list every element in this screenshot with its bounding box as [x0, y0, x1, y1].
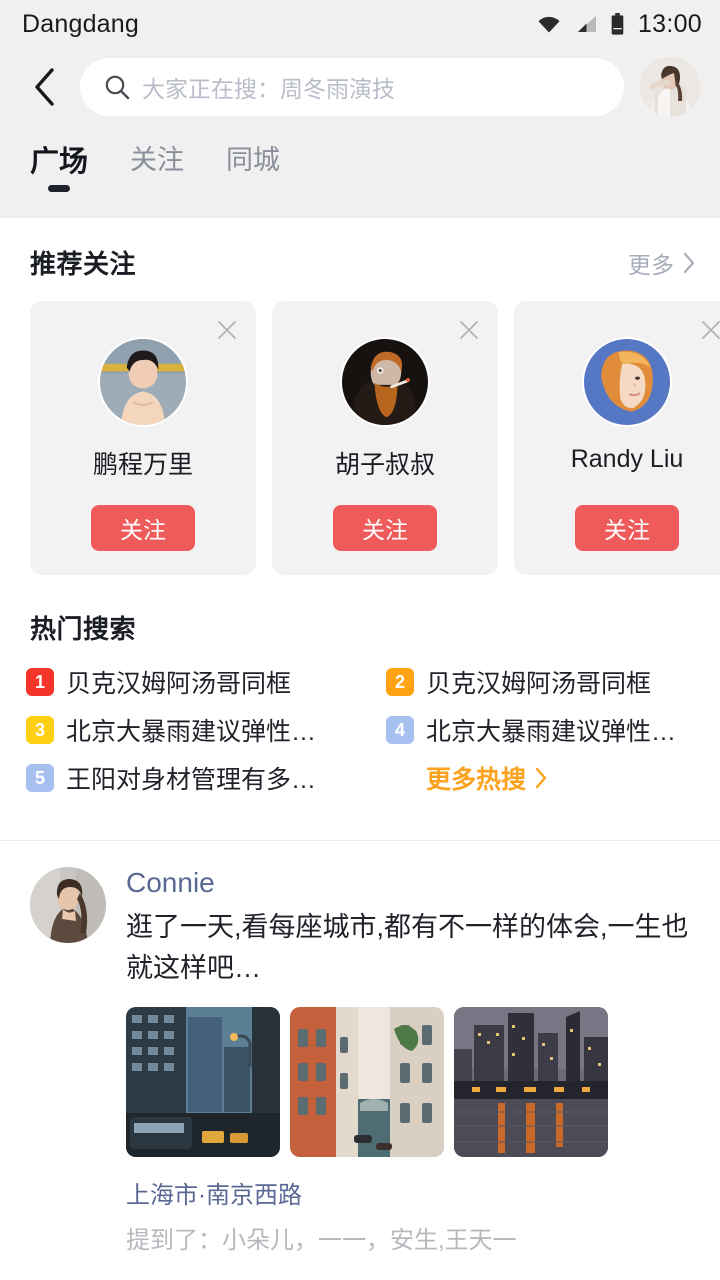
hot-search-more-label: 更多热搜 — [426, 766, 527, 794]
recommend-title: 推荐关注 — [30, 249, 137, 279]
waterfront-skyline-photo — [454, 1007, 608, 1157]
header-block: Dangdang 13:00 大家正在搜：周冬雨演技 广场 关注 同城 — [0, 0, 720, 218]
post-location[interactable]: 上海市·南京西路 — [126, 1175, 302, 1210]
feed-post: Connie 逛了一天,看每座城市,都有不一样的体会,一生也就这样吧… 上海市·… — [0, 841, 720, 1255]
tab-bar: 广场 关注 同城 — [0, 126, 720, 194]
post-mentions: 提到了：小朵儿，一一，安生,王天一 — [126, 1227, 517, 1254]
post-image[interactable] — [290, 1007, 444, 1157]
follow-button[interactable]: 关注 — [91, 505, 195, 551]
tab-square[interactable]: 广场 — [30, 138, 88, 194]
tab-following-label: 关注 — [130, 145, 185, 175]
post-author-avatar[interactable] — [30, 867, 106, 943]
main-content: 推荐关注 更多 鹏程万里 关注 胡子叔叔 关注 Randy Liu 关注 热门搜… — [0, 218, 720, 1255]
recommend-card[interactable]: 鹏程万里 关注 — [30, 301, 256, 575]
header-profile-avatar[interactable] — [640, 57, 700, 117]
back-button[interactable] — [22, 65, 66, 109]
wifi-icon — [537, 15, 561, 33]
chevron-right-icon — [683, 252, 695, 273]
tab-square-label: 广场 — [30, 146, 89, 178]
hot-search-text: 贝克汉姆阿汤哥同框 — [426, 670, 652, 698]
recommend-avatar-photo — [584, 339, 670, 425]
status-app-title: Dangdang — [22, 9, 139, 38]
post-avatar-photo — [30, 867, 106, 943]
battery-icon — [611, 13, 624, 35]
post-body: Connie 逛了一天,看每座城市,都有不一样的体会,一生也就这样吧… 上海市·… — [106, 867, 696, 1255]
hot-search-text: 贝克汉姆阿汤哥同框 — [66, 670, 292, 698]
rank-badge: 2 — [386, 668, 414, 696]
hot-search-item[interactable]: 5 王阳对身材管理有多… — [26, 754, 386, 802]
status-bar: Dangdang 13:00 — [0, 0, 720, 48]
close-x-icon[interactable] — [212, 315, 242, 345]
post-image[interactable] — [454, 1007, 608, 1157]
recommend-name: 胡子叔叔 — [334, 451, 435, 479]
recommend-name: Randy Liu — [570, 445, 684, 473]
rank-badge: 4 — [386, 716, 414, 744]
rank-badge: 1 — [26, 668, 54, 696]
hot-search-header: 热门搜索 — [0, 575, 720, 646]
tab-same-city-label: 同城 — [226, 145, 281, 175]
recommend-avatar[interactable] — [98, 337, 188, 427]
status-time: 13:00 — [637, 9, 702, 38]
post-image-row — [126, 1007, 696, 1157]
recommend-card[interactable]: 胡子叔叔 关注 — [272, 301, 498, 575]
rank-badge: 3 — [26, 716, 54, 744]
post-author-name[interactable]: Connie — [126, 867, 215, 899]
cellular-signal-icon — [575, 15, 597, 33]
rank-badge: 5 — [26, 764, 54, 792]
hot-search-title: 热门搜索 — [30, 614, 137, 644]
recommend-avatar-photo — [100, 339, 186, 425]
tab-active-indicator — [48, 185, 70, 192]
recommend-card-row[interactable]: 鹏程万里 关注 胡子叔叔 关注 Randy Liu 关注 — [0, 281, 720, 575]
post-text: 逛了一天,看每座城市,都有不一样的体会,一生也就这样吧… — [126, 912, 689, 983]
recommend-card[interactable]: Randy Liu 关注 — [514, 301, 720, 575]
recommend-name: 鹏程万里 — [92, 451, 193, 479]
search-placeholder-text: 大家正在搜：周冬雨演技 — [142, 76, 395, 102]
follow-button[interactable]: 关注 — [333, 505, 437, 551]
search-icon — [104, 74, 130, 100]
hot-search-item[interactable]: 1 贝克汉姆阿汤哥同框 — [26, 658, 386, 706]
recommend-avatar-photo — [342, 339, 428, 425]
recommend-more-label: 更多 — [628, 251, 674, 278]
hot-search-text: 王阳对身材管理有多… — [66, 766, 317, 794]
recommend-more-button[interactable]: 更多 — [628, 246, 696, 280]
hot-search-item[interactable]: 2 贝克汉姆阿汤哥同框 — [386, 658, 720, 706]
hot-search-text: 北京大暴雨建议弹性… — [66, 718, 317, 746]
close-x-icon[interactable] — [454, 315, 484, 345]
back-chevron-icon — [35, 68, 54, 106]
hot-search-more-button[interactable]: 更多热搜 — [386, 754, 720, 802]
recommend-avatar[interactable] — [340, 337, 430, 427]
tab-following[interactable]: 关注 — [130, 138, 184, 191]
avatar-photo — [640, 57, 700, 117]
hot-search-grid: 1 贝克汉姆阿汤哥同框 2 贝克汉姆阿汤哥同框 3 北京大暴雨建议弹性… 4 北… — [0, 646, 720, 802]
app-screen: Dangdang 1 3:00 大家正在搜：周冬雨演技 广场 关注 同城 推荐关注… — [0, 0, 720, 1280]
city-street-photo — [126, 1007, 280, 1157]
recommend-avatar[interactable] — [582, 337, 672, 427]
hot-search-item[interactable]: 3 北京大暴雨建议弹性… — [26, 706, 386, 754]
venice-canal-photo — [290, 1007, 444, 1157]
follow-button[interactable]: 关注 — [575, 505, 679, 551]
tab-same-city[interactable]: 同城 — [226, 138, 280, 191]
post-image[interactable] — [126, 1007, 280, 1157]
hot-search-item[interactable]: 4 北京大暴雨建议弹性… — [386, 706, 720, 754]
recommend-section-header: 推荐关注 更多 — [0, 218, 720, 281]
chevron-right-icon — [535, 767, 547, 789]
close-x-icon[interactable] — [696, 315, 720, 345]
status-indicators: 13:00 — [537, 10, 702, 39]
hot-search-text: 北京大暴雨建议弹性… — [426, 718, 677, 746]
search-input[interactable]: 大家正在搜：周冬雨演技 — [80, 58, 624, 116]
search-bar-row: 大家正在搜：周冬雨演技 — [0, 48, 720, 126]
